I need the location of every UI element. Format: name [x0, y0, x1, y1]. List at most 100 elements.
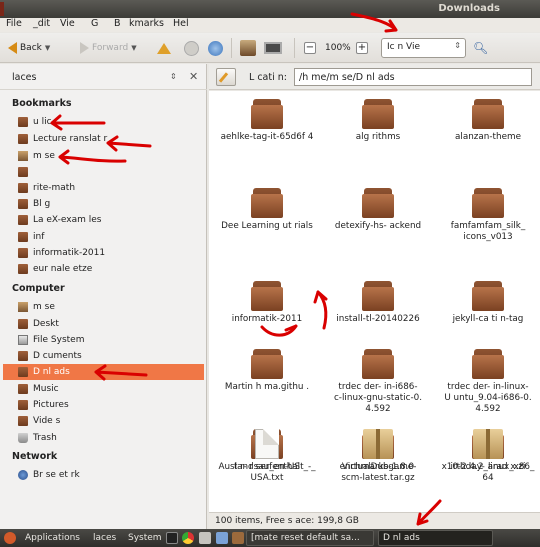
places-menu[interactable]: laces [93, 533, 116, 543]
folder-icon [18, 248, 28, 258]
file-item[interactable]: Martin h ma.githu . [213, 349, 321, 393]
file-label: Martin h ma.githu . [224, 382, 310, 392]
file-item[interactable]: irthday- arad x.zi [434, 429, 540, 473]
applications-menu[interactable]: Applications [25, 533, 80, 543]
sidebar-item-label: inf [33, 232, 45, 242]
sidebar-item-trash[interactable]: Trash [18, 430, 203, 446]
sidebar-item-desktop[interactable]: Deskt [18, 316, 203, 332]
sidebar-item-file-system[interactable]: File System [18, 332, 203, 348]
zoom-level[interactable]: 100% [325, 39, 351, 57]
file-item[interactable]: trdec der- in-i686- c-linux-gnu-static-0… [324, 349, 432, 415]
stop-button[interactable] [184, 39, 199, 57]
forward-arrow-icon [80, 42, 89, 54]
file-item[interactable]: aehlke-tag-it-65d6f 4 [213, 99, 321, 143]
zoom-out-button[interactable]: − [304, 39, 316, 57]
dropdown-arrows-icon[interactable]: ⇕ [170, 72, 177, 81]
section-bookmarks: Bookmarks [12, 98, 72, 109]
sidebar-item-latex-examples[interactable]: La eX-exam les [18, 212, 203, 228]
taskbar-item-mate-reset[interactable]: [mate reset default sa... [246, 530, 374, 546]
sidebar-item-browse-network[interactable]: Br se et rk [18, 467, 203, 483]
sidebar-item-write-math[interactable]: rite-math [18, 180, 203, 196]
folder-icon [362, 281, 394, 311]
sidebar-item-label: rite-math [33, 183, 76, 193]
folder-icon [18, 264, 28, 274]
file-item[interactable]: informatik-2011 [213, 281, 321, 325]
archive-icon [363, 429, 393, 459]
sidebar-item-lecture-translator[interactable]: Lecture ranslat r [18, 131, 203, 147]
file-item[interactable]: Auslandsaufenthalt_-_ USA.txt [213, 429, 321, 484]
file-manager-window: Downloads File _dit Vie G B kmarks Hel B… [0, 0, 540, 547]
window-controls[interactable] [0, 2, 4, 16]
menu-go[interactable]: G [91, 18, 98, 29]
section-computer: Computer [12, 283, 65, 294]
edit-location-button[interactable] [216, 68, 236, 86]
sidebar-item-pictures[interactable]: Pictures [18, 397, 203, 413]
sidebar-item-home[interactable]: m se [18, 299, 203, 315]
back-label: Back [20, 43, 42, 53]
trash-icon [18, 433, 28, 443]
file-label: trdec der- in-i686- c-linux-gnu-static-0… [333, 382, 423, 414]
menu-view[interactable]: Vie [60, 18, 75, 29]
view-mode-select[interactable]: Ic n Vie ⇕ [381, 38, 466, 58]
menu-bookmarks[interactable]: kmarks [129, 18, 164, 29]
file-item[interactable]: trdec der- in-linux- U untu_9.04-i686-0.… [434, 349, 540, 415]
file-item[interactable]: Dee Learning ut rials [213, 188, 321, 232]
location-label: L cati n: [249, 72, 287, 83]
zoom-in-button[interactable]: + [356, 39, 368, 57]
app-launcher-icon[interactable] [216, 532, 228, 544]
chrome-icon[interactable] [182, 532, 194, 544]
folder-icon [18, 384, 28, 394]
chevron-down-icon: ▼ [44, 44, 51, 52]
sidebar-item-label: D cuments [33, 351, 82, 361]
file-label: irthday- arad x.zi [450, 462, 526, 472]
file-item[interactable]: enchmarksgame- scm-latest.tar.gz [324, 429, 432, 484]
sidebar-item-neuronale-netze[interactable]: eur nale etze [18, 261, 203, 277]
menu-edit[interactable]: _dit [33, 18, 50, 29]
sidebar-item-documents[interactable]: D cuments [18, 348, 203, 364]
location-input[interactable]: /h me/m se/D nl ads [294, 68, 532, 86]
menu-bar: File _dit Vie G B kmarks Hel [0, 18, 540, 32]
file-item[interactable]: alanzan-theme [434, 99, 540, 143]
file-label: informatik-2011 [231, 314, 303, 324]
forward-button[interactable]: Forward ▼ [80, 39, 137, 57]
home-button[interactable] [240, 39, 256, 57]
file-item[interactable]: alg rithms [324, 99, 432, 143]
sidebar-item-label: Lecture ranslat r [33, 134, 108, 144]
reload-button[interactable] [208, 39, 223, 57]
sidebar-item-informatik-2011[interactable]: informatik-2011 [18, 245, 203, 261]
sidebar-item-inf[interactable]: inf [18, 229, 203, 245]
close-icon[interactable]: ✕ [189, 70, 198, 83]
sidebar-item-blank[interactable] [18, 164, 203, 180]
sidebar-item-label: m se [33, 302, 55, 312]
forward-label: Forward [92, 43, 129, 53]
menu-file[interactable]: File [6, 18, 22, 29]
terminal-icon[interactable] [166, 532, 178, 544]
sidebar-item-music[interactable]: Music [18, 381, 203, 397]
computer-button[interactable] [264, 39, 282, 57]
sidebar-item-downloads[interactable]: D nl ads [3, 364, 204, 380]
file-item[interactable]: install-tl-20140226 [324, 281, 432, 325]
menu-help[interactable]: Hel [173, 18, 189, 29]
file-item[interactable]: jekyll-ca ti n-tag [434, 281, 540, 325]
folder-icon [251, 188, 283, 218]
file-label: jekyll-ca ti n-tag [452, 314, 524, 324]
system-menu[interactable]: System [128, 533, 162, 543]
sidebar-item-videos[interactable]: Vide s [18, 413, 203, 429]
editor-icon[interactable] [199, 532, 211, 544]
sidebar-item-label: Br se et rk [33, 470, 80, 480]
sidebar-item-public[interactable]: u lic [18, 114, 203, 130]
files-launcher-icon[interactable] [232, 532, 244, 544]
sidebar-item-label: informatik-2011 [33, 248, 106, 258]
sidebar-mode-select[interactable]: laces [12, 72, 36, 83]
file-label: trdec der- in-linux- U untu_9.04-i686-0.… [444, 382, 532, 414]
taskbar-item-downloads[interactable]: D nl ads [378, 530, 493, 546]
menu-bookmarks-b[interactable]: B [114, 18, 121, 29]
search-button[interactable]: 🔍︎ [473, 39, 493, 57]
sidebar-item-blog[interactable]: Bl g [18, 196, 203, 212]
file-item[interactable]: detexify-hs- ackend [324, 188, 432, 232]
dropdown-arrows-icon: ⇕ [454, 41, 461, 50]
sidebar-item-home-bookmark[interactable]: m se [18, 148, 203, 164]
file-item[interactable]: famfamfam_silk_ icons_v013 [434, 188, 540, 243]
back-button[interactable]: Back ▼ [8, 39, 50, 57]
up-button[interactable] [157, 39, 171, 57]
